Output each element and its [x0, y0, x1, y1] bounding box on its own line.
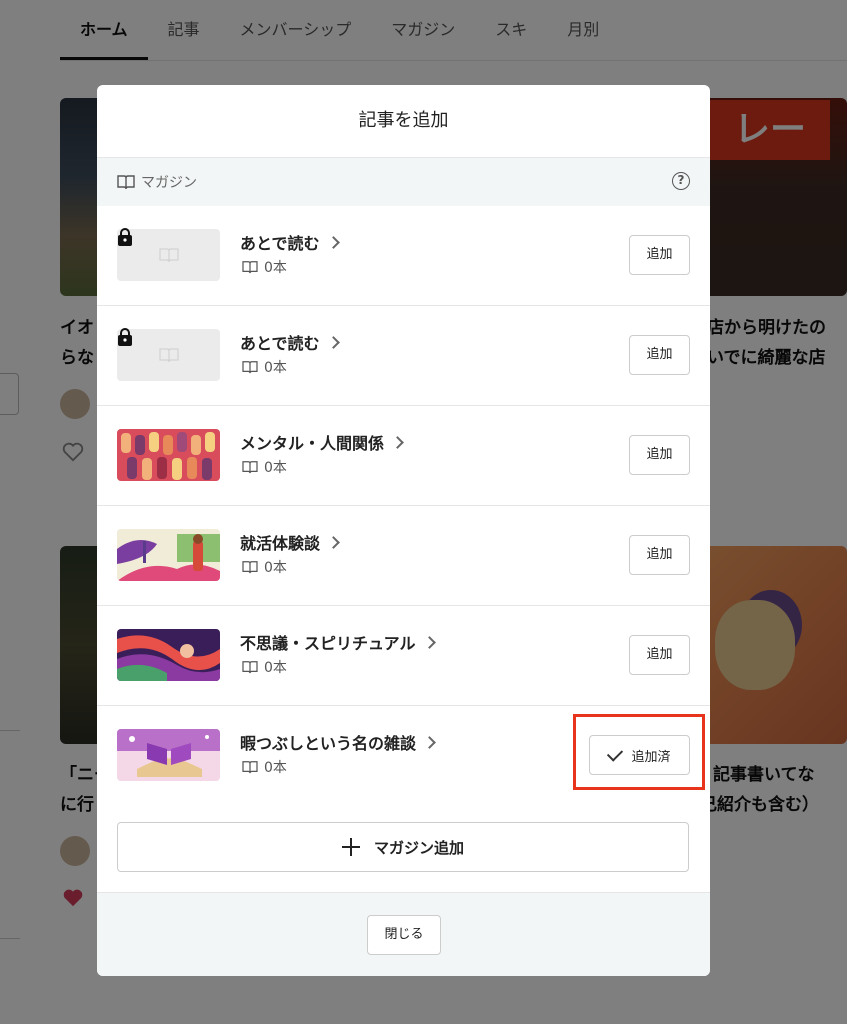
magazine-title[interactable]: 就活体験談	[240, 530, 340, 554]
book-icon	[242, 661, 258, 674]
magazine-title[interactable]: メンタル・人間関係	[240, 430, 404, 454]
people-illustration	[117, 429, 220, 481]
add-button[interactable]: 追加	[629, 535, 690, 575]
plus-icon	[341, 838, 360, 856]
lock-icon	[118, 328, 132, 346]
article-count: 0本	[242, 357, 287, 377]
article-count: 0本	[242, 557, 287, 577]
article-count: 0本	[242, 757, 287, 777]
highlight-box	[573, 714, 705, 790]
magazine-title[interactable]: あとで読む	[240, 330, 340, 354]
magazine-thumbnail	[117, 429, 220, 481]
add-button[interactable]: 追加	[629, 335, 690, 375]
chevron-right-icon	[391, 436, 404, 449]
magazine-row: あとで読む 0本 追加	[97, 306, 710, 406]
magazine-title[interactable]: 暇つぶしという名の雑談	[240, 730, 436, 754]
add-magazine-label: マガジン追加	[373, 838, 464, 857]
add-button[interactable]: 追加	[629, 435, 690, 475]
magazine-title[interactable]: あとで読む	[240, 230, 340, 254]
magazine-row: 就活体験談 0本 追加	[97, 506, 710, 606]
magazine-title[interactable]: 不思議・スピリチュアル	[240, 630, 436, 654]
dialog-footer: 閉じる	[97, 892, 710, 976]
magazine-row: 不思議・スピリチュアル 0本 追加	[97, 606, 710, 706]
magazine-row: あとで読む 0本 追加	[97, 206, 710, 306]
magazine-section-header: マガジン ?	[97, 158, 710, 206]
book-illustration	[117, 729, 220, 781]
help-icon[interactable]: ?	[672, 172, 690, 190]
magazine-row: メンタル・人間関係 0本 追加	[97, 406, 710, 506]
chevron-right-icon	[326, 236, 340, 249]
book-icon	[117, 175, 135, 190]
chevron-right-icon	[327, 536, 340, 549]
lock-icon	[118, 228, 132, 246]
dialog-title: 記事を追加	[97, 85, 710, 158]
spiritual-illustration	[117, 629, 220, 681]
add-button[interactable]: 追加	[629, 235, 690, 275]
job-hunting-illustration	[117, 529, 220, 581]
chevron-right-icon	[422, 636, 436, 649]
book-icon	[242, 761, 258, 774]
book-icon	[242, 361, 258, 374]
magazine-thumbnail	[117, 529, 220, 581]
book-icon	[242, 561, 258, 574]
add-button[interactable]: 追加	[629, 635, 690, 675]
section-label: マガジン	[141, 175, 197, 191]
book-icon	[242, 461, 258, 474]
magazine-thumbnail	[117, 629, 220, 681]
add-magazine-button[interactable]: マガジン追加	[117, 822, 689, 872]
chevron-right-icon	[326, 336, 340, 349]
chevron-right-icon	[423, 736, 436, 749]
article-count: 0本	[242, 657, 287, 677]
add-article-dialog: 記事を追加 マガジン ? あとで読む 0本 追加 あとで読む 0本 追加 メンタ…	[97, 85, 710, 976]
article-count: 0本	[242, 257, 287, 277]
book-icon	[242, 261, 258, 274]
magazine-thumbnail	[117, 729, 220, 781]
article-count: 0本	[242, 457, 287, 477]
close-button[interactable]: 閉じる	[367, 915, 441, 955]
